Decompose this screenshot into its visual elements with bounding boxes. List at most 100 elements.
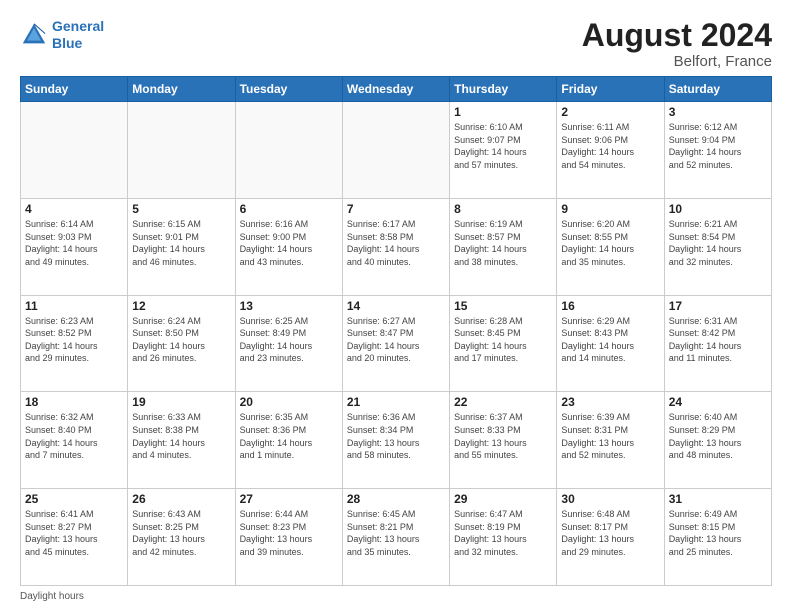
- day-info-24: Sunrise: 6:40 AM Sunset: 8:29 PM Dayligh…: [669, 411, 767, 461]
- calendar-header-sunday: Sunday: [21, 77, 128, 102]
- calendar-header-friday: Friday: [557, 77, 664, 102]
- day-cell-23: 23 Sunrise: 6:39 AM Sunset: 8:31 PM Dayli…: [557, 392, 664, 489]
- day-number-10: 10: [669, 202, 767, 216]
- day-number-3: 3: [669, 105, 767, 119]
- day-cell-11: 11Sunrise: 6:23 AM Sunset: 8:52 PM Dayli…: [21, 295, 128, 392]
- day-cell-14: 14 Sunrise: 6:27 AM Sunset: 8:47 PM Dayli…: [342, 295, 449, 392]
- day-cell-29: 29 Sunrise: 6:47 AM Sunset: 8:19 PM Dayli…: [450, 489, 557, 586]
- day-info-19: Sunrise: 6:33 AM Sunset: 8:38 PM Dayligh…: [132, 411, 230, 461]
- week-row-3: 18Sunrise: 6:32 AM Sunset: 8:40 PM Dayli…: [21, 392, 772, 489]
- day-number-7: 7: [347, 202, 445, 216]
- calendar-header-row: SundayMondayTuesdayWednesdayThursdayFrid…: [21, 77, 772, 102]
- day-info-9: Sunrise: 6:20 AM Sunset: 8:55 PM Dayligh…: [561, 218, 659, 268]
- logo-text: General Blue: [52, 18, 104, 52]
- day-cell-7: 7 Sunrise: 6:17 AM Sunset: 8:58 PM Daylig…: [342, 198, 449, 295]
- day-info-23: Sunrise: 6:39 AM Sunset: 8:31 PM Dayligh…: [561, 411, 659, 461]
- day-info-4: Sunrise: 6:14 AM Sunset: 9:03 PM Dayligh…: [25, 218, 123, 268]
- empty-cell: [235, 102, 342, 199]
- calendar-header-tuesday: Tuesday: [235, 77, 342, 102]
- footer: Daylight hours: [20, 591, 772, 602]
- day-info-29: Sunrise: 6:47 AM Sunset: 8:19 PM Dayligh…: [454, 508, 552, 558]
- day-number-19: 19: [132, 395, 230, 409]
- day-info-15: Sunrise: 6:28 AM Sunset: 8:45 PM Dayligh…: [454, 315, 552, 365]
- day-info-10: Sunrise: 6:21 AM Sunset: 8:54 PM Dayligh…: [669, 218, 767, 268]
- day-cell-24: 24Sunrise: 6:40 AM Sunset: 8:29 PM Dayli…: [664, 392, 771, 489]
- day-number-30: 30: [561, 492, 659, 506]
- day-cell-6: 6 Sunrise: 6:16 AM Sunset: 9:00 PM Daylig…: [235, 198, 342, 295]
- day-number-29: 29: [454, 492, 552, 506]
- day-cell-3: 3 Sunrise: 6:12 AM Sunset: 9:04 PM Daylig…: [664, 102, 771, 199]
- empty-cell: [342, 102, 449, 199]
- day-info-7: Sunrise: 6:17 AM Sunset: 8:58 PM Dayligh…: [347, 218, 445, 268]
- day-info-12: Sunrise: 6:24 AM Sunset: 8:50 PM Dayligh…: [132, 315, 230, 365]
- empty-cell: [128, 102, 235, 199]
- day-cell-27: 27 Sunrise: 6:44 AM Sunset: 8:23 PM Dayli…: [235, 489, 342, 586]
- day-cell-1: 1Sunrise: 6:10 AM Sunset: 9:07 PM Daylig…: [450, 102, 557, 199]
- day-number-2: 2: [561, 105, 659, 119]
- day-cell-30: 30 Sunrise: 6:48 AM Sunset: 8:17 PM Dayli…: [557, 489, 664, 586]
- day-info-26: Sunrise: 6:43 AM Sunset: 8:25 PM Dayligh…: [132, 508, 230, 558]
- day-info-21: Sunrise: 6:36 AM Sunset: 8:34 PM Dayligh…: [347, 411, 445, 461]
- day-cell-9: 9Sunrise: 6:20 AM Sunset: 8:55 PM Daylig…: [557, 198, 664, 295]
- day-info-17: Sunrise: 6:31 AM Sunset: 8:42 PM Dayligh…: [669, 315, 767, 365]
- day-info-5: Sunrise: 6:15 AM Sunset: 9:01 PM Dayligh…: [132, 218, 230, 268]
- day-number-26: 26: [132, 492, 230, 506]
- day-number-14: 14: [347, 299, 445, 313]
- day-cell-5: 5Sunrise: 6:15 AM Sunset: 9:01 PM Daylig…: [128, 198, 235, 295]
- week-row-2: 11Sunrise: 6:23 AM Sunset: 8:52 PM Dayli…: [21, 295, 772, 392]
- day-cell-28: 28Sunrise: 6:45 AM Sunset: 8:21 PM Dayli…: [342, 489, 449, 586]
- calendar-header-wednesday: Wednesday: [342, 77, 449, 102]
- day-info-27: Sunrise: 6:44 AM Sunset: 8:23 PM Dayligh…: [240, 508, 338, 558]
- logo-general: General: [52, 18, 104, 34]
- week-row-4: 25Sunrise: 6:41 AM Sunset: 8:27 PM Dayli…: [21, 489, 772, 586]
- logo: General Blue: [20, 18, 104, 52]
- day-info-31: Sunrise: 6:49 AM Sunset: 8:15 PM Dayligh…: [669, 508, 767, 558]
- day-info-1: Sunrise: 6:10 AM Sunset: 9:07 PM Dayligh…: [454, 121, 552, 171]
- day-cell-19: 19 Sunrise: 6:33 AM Sunset: 8:38 PM Dayli…: [128, 392, 235, 489]
- day-cell-17: 17 Sunrise: 6:31 AM Sunset: 8:42 PM Dayli…: [664, 295, 771, 392]
- day-number-16: 16: [561, 299, 659, 313]
- calendar-header-thursday: Thursday: [450, 77, 557, 102]
- day-number-27: 27: [240, 492, 338, 506]
- day-number-13: 13: [240, 299, 338, 313]
- logo-blue: Blue: [52, 35, 82, 51]
- day-info-13: Sunrise: 6:25 AM Sunset: 8:49 PM Dayligh…: [240, 315, 338, 365]
- day-info-22: Sunrise: 6:37 AM Sunset: 8:33 PM Dayligh…: [454, 411, 552, 461]
- day-cell-8: 8Sunrise: 6:19 AM Sunset: 8:57 PM Daylig…: [450, 198, 557, 295]
- day-number-23: 23: [561, 395, 659, 409]
- day-cell-16: 16 Sunrise: 6:29 AM Sunset: 8:43 PM Dayli…: [557, 295, 664, 392]
- day-number-18: 18: [25, 395, 123, 409]
- day-info-11: Sunrise: 6:23 AM Sunset: 8:52 PM Dayligh…: [25, 315, 123, 365]
- day-number-25: 25: [25, 492, 123, 506]
- day-cell-10: 10 Sunrise: 6:21 AM Sunset: 8:54 PM Dayli…: [664, 198, 771, 295]
- day-number-8: 8: [454, 202, 552, 216]
- day-number-6: 6: [240, 202, 338, 216]
- footer-note: Daylight hours: [20, 591, 84, 602]
- day-info-3: Sunrise: 6:12 AM Sunset: 9:04 PM Dayligh…: [669, 121, 767, 171]
- empty-cell: [21, 102, 128, 199]
- day-cell-20: 20 Sunrise: 6:35 AM Sunset: 8:36 PM Dayli…: [235, 392, 342, 489]
- day-info-20: Sunrise: 6:35 AM Sunset: 8:36 PM Dayligh…: [240, 411, 338, 461]
- day-number-20: 20: [240, 395, 338, 409]
- day-info-2: Sunrise: 6:11 AM Sunset: 9:06 PM Dayligh…: [561, 121, 659, 171]
- day-cell-15: 15 Sunrise: 6:28 AM Sunset: 8:45 PM Dayli…: [450, 295, 557, 392]
- day-number-17: 17: [669, 299, 767, 313]
- day-cell-12: 12Sunrise: 6:24 AM Sunset: 8:50 PM Dayli…: [128, 295, 235, 392]
- day-cell-21: 21Sunrise: 6:36 AM Sunset: 8:34 PM Dayli…: [342, 392, 449, 489]
- day-number-15: 15: [454, 299, 552, 313]
- location: Belfort, France: [582, 53, 772, 70]
- logo-icon: [20, 21, 48, 49]
- day-cell-25: 25Sunrise: 6:41 AM Sunset: 8:27 PM Dayli…: [21, 489, 128, 586]
- day-info-30: Sunrise: 6:48 AM Sunset: 8:17 PM Dayligh…: [561, 508, 659, 558]
- week-row-0: 1Sunrise: 6:10 AM Sunset: 9:07 PM Daylig…: [21, 102, 772, 199]
- calendar-header-monday: Monday: [128, 77, 235, 102]
- title-block: August 2024 Belfort, France: [582, 18, 772, 70]
- day-cell-13: 13 Sunrise: 6:25 AM Sunset: 8:49 PM Dayli…: [235, 295, 342, 392]
- day-info-6: Sunrise: 6:16 AM Sunset: 9:00 PM Dayligh…: [240, 218, 338, 268]
- calendar-table: SundayMondayTuesdayWednesdayThursdayFrid…: [20, 76, 772, 586]
- day-cell-22: 22Sunrise: 6:37 AM Sunset: 8:33 PM Dayli…: [450, 392, 557, 489]
- day-info-14: Sunrise: 6:27 AM Sunset: 8:47 PM Dayligh…: [347, 315, 445, 365]
- day-info-16: Sunrise: 6:29 AM Sunset: 8:43 PM Dayligh…: [561, 315, 659, 365]
- day-cell-2: 2 Sunrise: 6:11 AM Sunset: 9:06 PM Daylig…: [557, 102, 664, 199]
- day-number-4: 4: [25, 202, 123, 216]
